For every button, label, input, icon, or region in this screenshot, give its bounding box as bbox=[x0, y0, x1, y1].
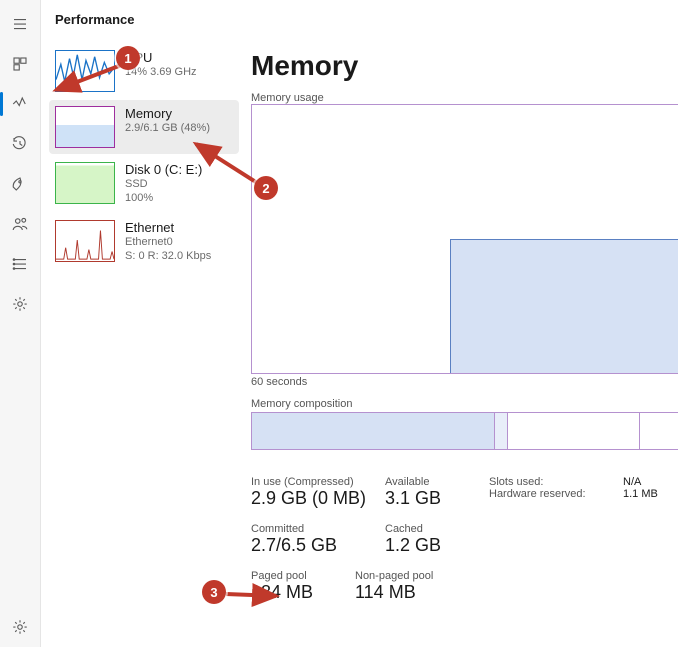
inuse-value: 2.9 GB (0 MB) bbox=[251, 488, 381, 509]
hwres-label: Hardware reserved: bbox=[489, 488, 619, 500]
cpu-title: CPU bbox=[125, 50, 197, 66]
cached-value: 1.2 GB bbox=[385, 535, 485, 556]
hamburger-icon[interactable] bbox=[0, 4, 40, 44]
available-value: 3.1 GB bbox=[385, 488, 485, 509]
stats-row-3: Paged pool 184 MB Non-paged pool 114 MB bbox=[251, 570, 678, 603]
committed-label: Committed bbox=[251, 523, 381, 535]
users-icon[interactable] bbox=[0, 204, 40, 244]
memory-sparkline-icon bbox=[55, 106, 115, 148]
memory-title: Memory bbox=[125, 106, 210, 122]
resource-list: CPU 14% 3.69 GHz Memory 2.9/6.1 GB (48%)… bbox=[41, 38, 243, 647]
stats-row-1: In use (Compressed) 2.9 GB (0 MB) Availa… bbox=[251, 476, 678, 509]
eth-sub2: S: 0 R: 32.0 Kbps bbox=[125, 250, 211, 264]
ethernet-sparkline-icon bbox=[55, 220, 115, 262]
app-history-icon[interactable] bbox=[0, 124, 40, 164]
sidebar-item-cpu[interactable]: CPU 14% 3.69 GHz bbox=[49, 44, 239, 98]
disk-sparkline-icon bbox=[55, 162, 115, 204]
nav-rail bbox=[0, 0, 41, 647]
cpu-sparkline-icon bbox=[55, 50, 115, 92]
available-label: Available bbox=[385, 476, 485, 488]
memory-sub: 2.9/6.1 GB (48%) bbox=[125, 122, 210, 136]
paged-value: 184 MB bbox=[251, 582, 351, 603]
cpu-sub: 14% 3.69 GHz bbox=[125, 66, 197, 80]
sidebar-item-disk[interactable]: Disk 0 (C: E:) SSD 100% bbox=[49, 156, 239, 212]
slots-value: N/A bbox=[623, 476, 678, 488]
chart-x-axis-label: 60 seconds bbox=[251, 376, 678, 388]
slots-label: Slots used: bbox=[489, 476, 619, 488]
committed-value: 2.7/6.5 GB bbox=[251, 535, 381, 556]
memory-composition-bar bbox=[251, 412, 678, 450]
memory-usage-chart bbox=[251, 104, 678, 374]
detail-title: Memory bbox=[251, 50, 678, 82]
usage-chart-label: Memory usage bbox=[251, 92, 678, 104]
page-title: Performance bbox=[41, 0, 678, 38]
detail-pane: Memory Memory usage 60 seconds Memory co… bbox=[243, 38, 678, 647]
performance-icon[interactable] bbox=[0, 84, 40, 124]
startup-icon[interactable] bbox=[0, 164, 40, 204]
inuse-label: In use (Compressed) bbox=[251, 476, 381, 488]
paged-label: Paged pool bbox=[251, 570, 351, 582]
disk-sub2: 100% bbox=[125, 192, 202, 206]
eth-title: Ethernet bbox=[125, 220, 211, 236]
nonpaged-value: 114 MB bbox=[355, 582, 475, 603]
settings-icon[interactable] bbox=[0, 607, 40, 647]
nonpaged-label: Non-paged pool bbox=[355, 570, 475, 582]
composition-label: Memory composition bbox=[251, 398, 678, 410]
processes-icon[interactable] bbox=[0, 44, 40, 84]
sidebar-item-ethernet[interactable]: Ethernet Ethernet0 S: 0 R: 32.0 Kbps bbox=[49, 214, 239, 270]
stats-row-2: Committed 2.7/6.5 GB Cached 1.2 GB bbox=[251, 523, 678, 556]
hwres-value: 1.1 MB bbox=[623, 488, 678, 500]
disk-sub1: SSD bbox=[125, 178, 202, 192]
services-icon[interactable] bbox=[0, 284, 40, 324]
eth-sub1: Ethernet0 bbox=[125, 236, 211, 250]
cached-label: Cached bbox=[385, 523, 485, 535]
sidebar-item-memory[interactable]: Memory 2.9/6.1 GB (48%) bbox=[49, 100, 239, 154]
disk-title: Disk 0 (C: E:) bbox=[125, 162, 202, 178]
details-icon[interactable] bbox=[0, 244, 40, 284]
